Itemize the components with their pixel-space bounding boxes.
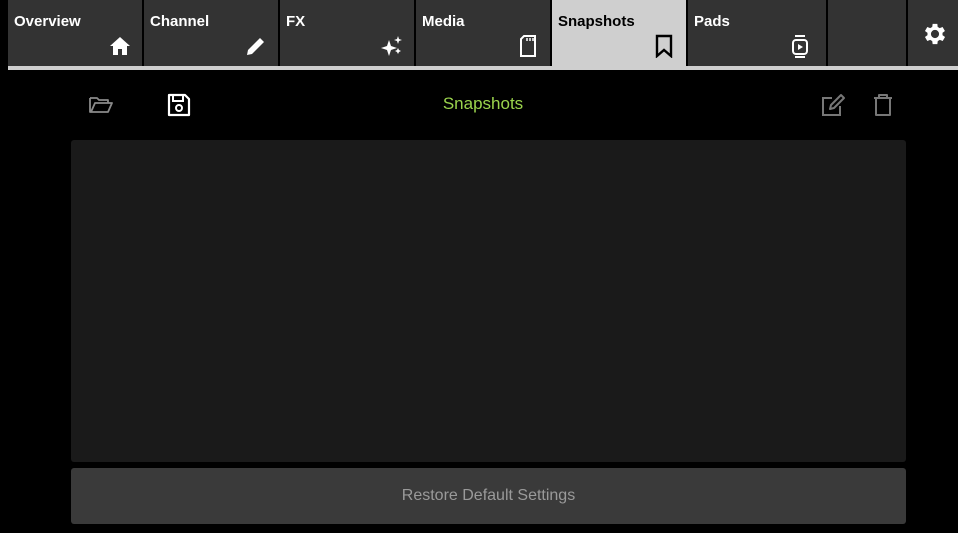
tab-label: Channel: [150, 13, 210, 30]
tab-media[interactable]: Media: [416, 0, 552, 66]
top-tab-bar: Overview Channel FX Media Snapshots Pads: [8, 0, 958, 66]
app-window: Overview Channel FX Media Snapshots Pads…: [8, 0, 958, 533]
settings-button[interactable]: [908, 0, 958, 66]
tab-snapshots[interactable]: Snapshots: [552, 0, 688, 66]
tab-label: Pads: [694, 13, 730, 30]
tab-label: Snapshots: [558, 13, 635, 30]
tab-label: Media: [422, 13, 465, 30]
tab-overview[interactable]: Overview: [8, 0, 144, 66]
sd-card-icon: [520, 35, 536, 57]
page-title: Snapshots: [442, 94, 524, 113]
tab-label: Overview: [14, 13, 81, 30]
trash-icon[interactable]: [870, 92, 896, 118]
tab-fx[interactable]: FX: [280, 0, 416, 66]
home-icon: [110, 37, 130, 55]
restore-button-label: Restore Default Settings: [401, 487, 576, 504]
tab-empty: [828, 0, 908, 66]
tab-bar-underline: [8, 66, 958, 70]
sparkle-icon: [381, 36, 402, 56]
restore-default-settings-button[interactable]: Restore Default Settings: [71, 468, 906, 524]
tab-channel[interactable]: Channel: [144, 0, 280, 66]
gear-icon: [924, 23, 946, 45]
tab-label: FX: [286, 13, 306, 30]
pencil-icon: [247, 38, 264, 55]
bookmark-icon: [655, 34, 673, 58]
pad-play-icon: [792, 35, 808, 58]
snapshot-list[interactable]: [71, 140, 906, 462]
tab-pads[interactable]: Pads: [688, 0, 828, 66]
edit-icon[interactable]: [820, 92, 846, 118]
